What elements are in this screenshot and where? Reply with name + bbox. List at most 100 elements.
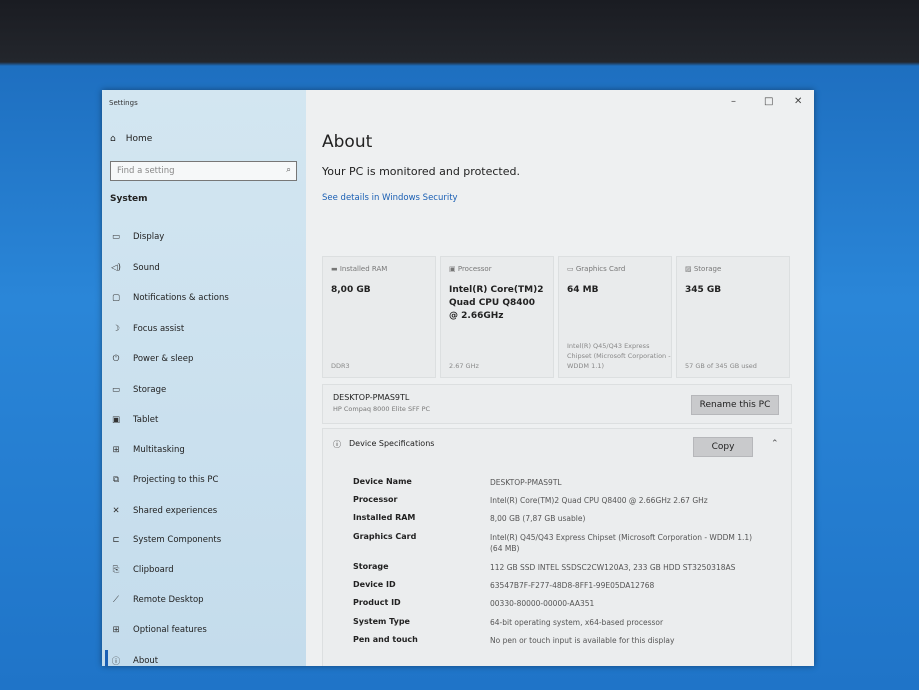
- moon-icon: ☽: [112, 324, 120, 334]
- spec-key: Processor: [353, 495, 398, 504]
- card-detail: 57 GB of 345 GB used: [685, 362, 757, 370]
- card-value: 345 GB: [685, 285, 722, 295]
- sidebar-item-notifications-actions[interactable]: ▢ Notifications & actions: [110, 293, 229, 303]
- specs-title: Device Specifications: [349, 439, 435, 448]
- sidebar-item-label: Shared experiences: [133, 506, 218, 516]
- maximize-button[interactable]: □: [764, 96, 773, 107]
- summary-card: ▨ Storage 345 GB 57 GB of 345 GB used: [676, 256, 790, 378]
- spec-row: System Type 64-bit operating system, x64-…: [353, 617, 760, 628]
- sidebar-item-clipboard[interactable]: ⎘ Clipboard: [110, 565, 174, 575]
- features-icon: ⊞: [112, 625, 120, 635]
- storage-icon: ▨: [685, 265, 692, 273]
- sidebar-item-power-sleep[interactable]: ⏻ Power & sleep: [110, 354, 194, 364]
- sidebar-item-multitasking[interactable]: ⊞ Multitasking: [110, 445, 185, 455]
- sidebar-item-label: Storage: [133, 385, 167, 395]
- sidebar-item-remote-desktop[interactable]: ⟋ Remote Desktop: [110, 595, 204, 605]
- spec-key: Pen and touch: [353, 635, 418, 644]
- selected-indicator: [105, 650, 108, 666]
- components-icon: ⊏: [112, 535, 120, 545]
- minimize-button[interactable]: –: [731, 96, 736, 107]
- spec-row: Pen and touch No pen or touch input is av…: [353, 635, 760, 646]
- card-value: 8,00 GB: [331, 285, 371, 295]
- spec-value: 64-bit operating system, x64-based proce…: [490, 618, 664, 627]
- sidebar-item-focus-assist[interactable]: ☽ Focus assist: [110, 324, 184, 334]
- spec-key: Device ID: [353, 580, 396, 589]
- section-heading: System: [110, 194, 148, 204]
- sidebar-item-system-components[interactable]: ⊏ System Components: [110, 535, 221, 545]
- multitasking-icon: ⊞: [112, 445, 120, 455]
- card-value: Intel(R) Core(TM)2 Quad CPU Q8400 @ 2.66…: [449, 285, 544, 321]
- sidebar-item-label: Optional features: [133, 625, 207, 635]
- sidebar-item-label: Notifications & actions: [133, 293, 229, 303]
- projecting-icon: ⧉: [112, 475, 120, 485]
- chevron-up-icon[interactable]: ⌃: [771, 439, 779, 449]
- spec-row: Device Name DESKTOP-PMAS9TL: [353, 477, 760, 488]
- specs-header[interactable]: ⓘ Device Specifications: [333, 439, 434, 450]
- rename-pc-button[interactable]: Rename this PC: [691, 395, 779, 415]
- sidebar-item-label: Remote Desktop: [133, 595, 204, 605]
- spec-value: Intel(R) Q45/Q43 Express Chipset (Micros…: [490, 533, 753, 553]
- sidebar-item-tablet[interactable]: ▣ Tablet: [110, 415, 158, 425]
- summary-card: ▣ Processor Intel(R) Core(TM)2 Quad CPU Q…: [440, 256, 554, 378]
- spec-key: System Type: [353, 617, 410, 626]
- notification-icon: ▢: [111, 293, 121, 303]
- spec-key: Graphics Card: [353, 532, 417, 541]
- security-link[interactable]: See details in Windows Security: [322, 193, 458, 203]
- search-placeholder: Find a setting: [117, 166, 175, 176]
- card-detail: Intel(R) Q45/Q43 Express Chipset (Micros…: [567, 342, 671, 370]
- spec-value: 00330-80000-00000-AA351: [490, 599, 595, 608]
- sidebar-item-projecting-to-this-pc[interactable]: ⧉ Projecting to this PC: [110, 475, 218, 485]
- sidebar-item-about[interactable]: ⓘ About: [110, 655, 158, 666]
- spec-key: Installed RAM: [353, 513, 416, 522]
- pc-name: DESKTOP-PMAS9TL: [333, 393, 410, 402]
- sidebar-item-label: Multitasking: [133, 445, 185, 455]
- spec-row: Installed RAM 8,00 GB (7,87 GB usable): [353, 513, 760, 524]
- shared-icon: ✕: [112, 506, 120, 516]
- sidebar-item-display[interactable]: ▭ Display: [110, 232, 164, 242]
- home-label: Home: [125, 134, 153, 144]
- search-input[interactable]: Find a setting ⌕: [110, 161, 297, 181]
- spec-value: DESKTOP-PMAS9TL: [490, 478, 562, 487]
- graphics-card-icon: ▭: [567, 265, 574, 273]
- sidebar-item-label: About: [133, 656, 159, 666]
- spec-value: 63547B7F-F277-48D8-8FF1-99E05DA12768: [490, 581, 655, 590]
- sidebar-item-label: Projecting to this PC: [133, 475, 219, 485]
- spec-value: No pen or touch input is available for t…: [490, 636, 675, 645]
- card-value: 64 MB: [567, 285, 599, 295]
- sidebar: Settings ⌂ Home Find a setting ⌕ System ▭ D…: [102, 90, 306, 666]
- spec-value: Intel(R) Core(TM)2 Quad CPU Q8400 @ 2.66…: [490, 496, 708, 505]
- sidebar-item-label: Focus assist: [133, 324, 185, 334]
- sidebar-item-optional-features[interactable]: ⊞ Optional features: [110, 625, 207, 635]
- pc-model: HP Compaq 8000 Elite SFF PC: [333, 405, 431, 413]
- spec-row: Device ID 63547B7F-F277-48D8-8FF1-99E05DA…: [353, 580, 760, 591]
- spec-value: 112 GB SSD INTEL SSDSC2CW120A3, 233 GB H…: [490, 563, 736, 572]
- home-icon: ⌂: [110, 134, 116, 144]
- clipboard-icon: ⎘: [112, 565, 120, 575]
- device-specifications-panel: ⓘ Device Specifications Copy ⌃ Device Nam…: [322, 428, 792, 666]
- ram-icon: ▬: [331, 265, 338, 273]
- card-detail: 2.67 GHz: [449, 362, 479, 370]
- info-icon: ⓘ: [333, 440, 341, 449]
- summary-card: ▭ Graphics Card 64 MB Intel(R) Q45/Q43 Exp…: [558, 256, 672, 378]
- spec-row: Storage 112 GB SSD INTEL SSDSC2CW120A3, 2…: [353, 562, 760, 573]
- spec-row: Processor Intel(R) Core(TM)2 Quad CPU Q84…: [353, 495, 760, 506]
- spec-key: Device Name: [353, 477, 412, 486]
- card-label: Processor: [457, 265, 492, 273]
- protection-status: Your PC is monitored and protected.: [322, 165, 520, 178]
- sidebar-item-label: Clipboard: [133, 565, 174, 575]
- power-icon: ⏻: [112, 354, 120, 364]
- copy-button[interactable]: Copy: [693, 437, 753, 457]
- sidebar-home[interactable]: ⌂ Home: [110, 134, 152, 144]
- page-title: About: [322, 132, 373, 152]
- sidebar-item-sound[interactable]: ◁) Sound: [110, 263, 160, 273]
- close-button[interactable]: ✕: [794, 96, 802, 107]
- card-label: Graphics Card: [575, 265, 626, 273]
- spec-row: Graphics Card Intel(R) Q45/Q43 Express Ch…: [353, 532, 760, 554]
- speaker-icon: ◁): [111, 263, 121, 273]
- sidebar-item-storage[interactable]: ▭ Storage: [110, 385, 166, 395]
- sidebar-item-shared-experiences[interactable]: ✕ Shared experiences: [110, 506, 217, 516]
- card-label: Storage: [693, 265, 722, 273]
- spec-key: Product ID: [353, 598, 401, 607]
- sidebar-item-label: System Components: [133, 535, 222, 545]
- processor-icon: ▣: [449, 265, 456, 273]
